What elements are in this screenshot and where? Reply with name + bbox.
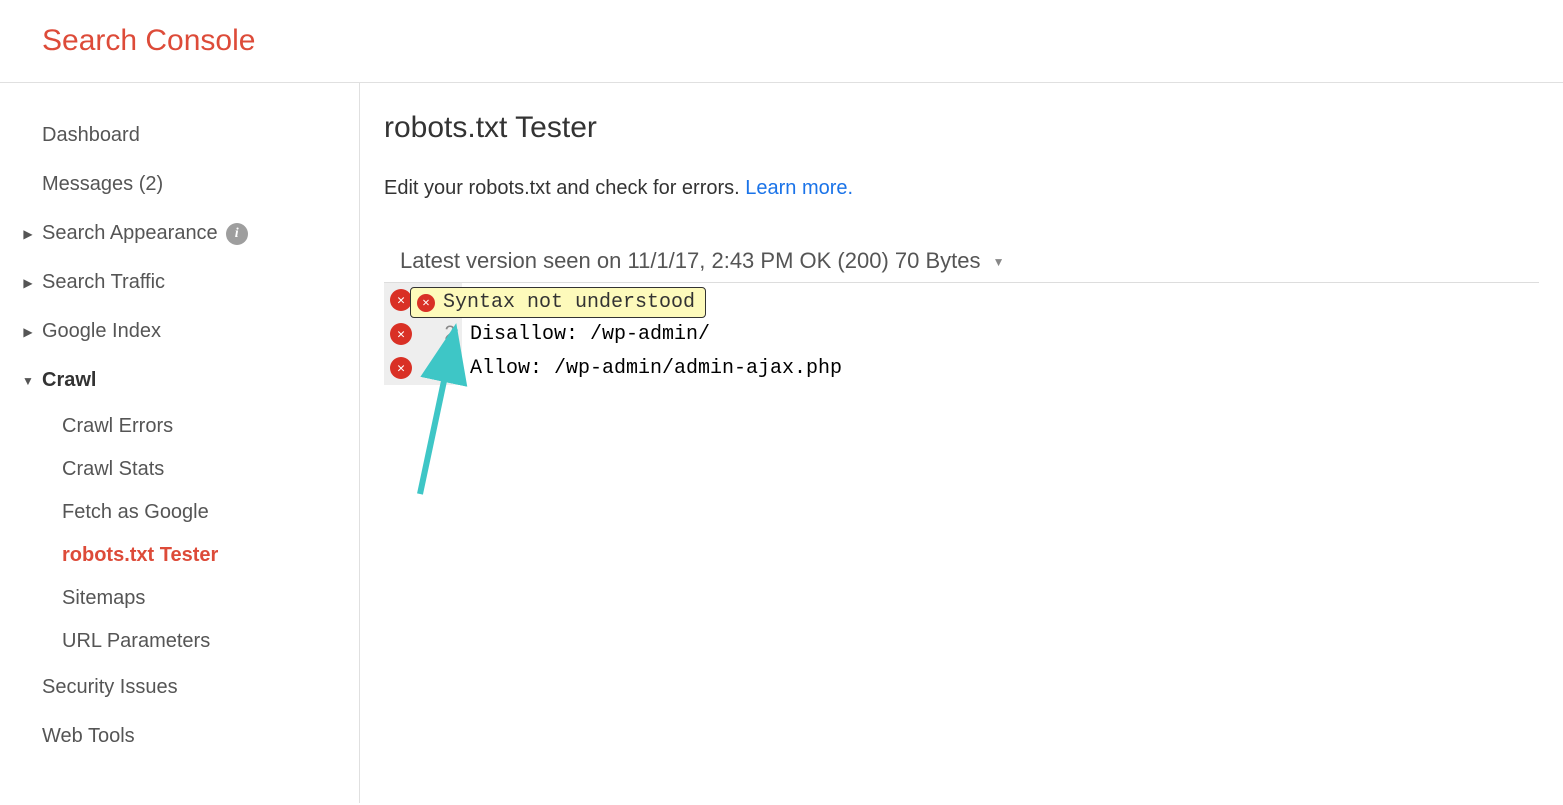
subtitle: Edit your robots.txt and check for error…: [384, 177, 1539, 200]
sidebar-item-label: Crawl: [42, 369, 96, 392]
sidebar-item-label: Crawl Errors: [62, 415, 173, 437]
sidebar-item-label: Search Traffic: [42, 271, 165, 294]
sidebar-item-search-traffic[interactable]: ▶ Search Traffic: [0, 258, 359, 307]
sidebar-sub-url-parameters[interactable]: URL Parameters: [0, 620, 359, 663]
gutter-row: ✕ 3: [384, 351, 462, 385]
line-number: 2: [422, 323, 456, 346]
chevron-down-icon: ▼: [993, 255, 1005, 269]
code-line[interactable]: Disallow: /wp-admin/: [470, 317, 1539, 351]
code-line[interactable]: Allow: /wp-admin/admin-ajax.php: [470, 351, 1539, 385]
sidebar-item-label: Web Tools: [42, 725, 135, 748]
error-icon[interactable]: ✕: [390, 323, 412, 345]
sidebar-item-label: Google Index: [42, 320, 161, 343]
main-content: robots.txt Tester Edit your robots.txt a…: [360, 83, 1563, 803]
main-container: Dashboard Messages (2) ▶ Search Appearan…: [0, 83, 1563, 803]
sidebar-sub-robots-tester[interactable]: robots.txt Tester: [0, 534, 359, 577]
subtitle-text: Edit your robots.txt and check for error…: [384, 177, 745, 199]
sidebar-item-label: Dashboard: [42, 124, 140, 147]
error-icon[interactable]: ✕: [390, 289, 412, 311]
error-icon: ✕: [417, 294, 435, 312]
sidebar-item-security-issues[interactable]: Security Issues: [0, 663, 359, 712]
sidebar-item-label: Fetch as Google: [62, 501, 209, 523]
sidebar-item-search-appearance[interactable]: ▶ Search Appearance i: [0, 209, 359, 258]
learn-more-link[interactable]: Learn more.: [745, 177, 853, 199]
line-number: 3: [422, 357, 456, 380]
gutter-row: ✕ 2: [384, 317, 462, 351]
sidebar-item-label: Security Issues: [42, 676, 178, 699]
sidebar-sub-crawl-stats[interactable]: Crawl Stats: [0, 448, 359, 491]
error-icon[interactable]: ✕: [390, 357, 412, 379]
sidebar-item-web-tools[interactable]: Web Tools: [0, 712, 359, 761]
sidebar-item-messages[interactable]: Messages (2): [0, 160, 359, 209]
sidebar-item-google-index[interactable]: ▶ Google Index: [0, 307, 359, 356]
sidebar-sub-sitemaps[interactable]: Sitemaps: [0, 577, 359, 620]
version-text: Latest version seen on 11/1/17, 2:43 PM …: [400, 248, 981, 273]
sidebar-item-label: Sitemaps: [62, 587, 145, 609]
syntax-error-tooltip: ✕ Syntax not understood: [410, 287, 706, 318]
sidebar-item-label: Search Appearance: [42, 222, 218, 245]
caret-down-icon: ▼: [20, 374, 36, 388]
sidebar-sub-crawl-errors[interactable]: Crawl Errors: [0, 405, 359, 448]
app-header: Search Console: [0, 0, 1563, 83]
sidebar-item-label: robots.txt Tester: [62, 544, 218, 566]
sidebar-item-dashboard[interactable]: Dashboard: [0, 111, 359, 160]
tooltip-text: Syntax not understood: [443, 291, 695, 314]
sidebar-item-crawl[interactable]: ▼ Crawl: [0, 356, 359, 405]
caret-right-icon: ▶: [20, 276, 36, 290]
page-title: robots.txt Tester: [384, 111, 1539, 145]
sidebar-sub-fetch-as-google[interactable]: Fetch as Google: [0, 491, 359, 534]
sidebar: Dashboard Messages (2) ▶ Search Appearan…: [0, 83, 360, 803]
sidebar-item-label: URL Parameters: [62, 630, 210, 652]
version-dropdown[interactable]: Latest version seen on 11/1/17, 2:43 PM …: [384, 240, 1539, 283]
info-icon[interactable]: i: [226, 223, 248, 245]
caret-right-icon: ▶: [20, 325, 36, 339]
sidebar-item-label: Messages (2): [42, 173, 163, 196]
app-title: Search Console: [42, 24, 1521, 58]
caret-right-icon: ▶: [20, 227, 36, 241]
sidebar-item-label: Crawl Stats: [62, 458, 164, 480]
